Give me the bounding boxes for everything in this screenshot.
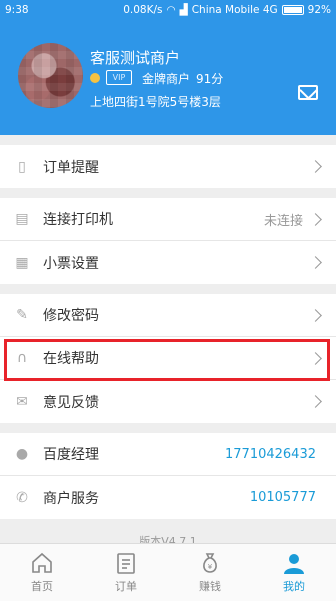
tab-home[interactable]: 首页 <box>0 544 84 601</box>
chevron-right-icon <box>309 256 322 269</box>
money-bag-icon: ¥ <box>203 553 217 573</box>
tab-label: 首页 <box>31 580 53 593</box>
menu-label: 百度经理 <box>43 447 99 463</box>
printer-status: 未连接 <box>263 213 303 229</box>
service-phone[interactable]: 10105777 <box>250 490 316 505</box>
order-icon <box>117 553 135 574</box>
chevron-right-icon <box>309 351 322 365</box>
merchant-level: 金牌商户 <box>142 72 191 86</box>
coin-icon <box>90 73 100 83</box>
pencil-icon: ✎ <box>16 307 28 323</box>
svg-text:¥: ¥ <box>208 563 213 571</box>
menu-label: 修改密码 <box>43 308 99 324</box>
menu-change-password[interactable]: ✎ 修改密码 <box>0 294 336 337</box>
group-printer: ▤ 连接打印机 未连接 ▦ 小票设置 <box>0 198 336 284</box>
merchant-name: 客服测试商户 <box>90 49 181 67</box>
user-icon <box>284 554 304 574</box>
menu-label: 意见反馈 <box>43 394 99 411</box>
mail-icon[interactable] <box>298 85 318 100</box>
status-time: 9:38 <box>5 3 29 16</box>
headset-icon: ∩ <box>16 350 28 366</box>
group-notifications: ▯ 订单提醒 <box>0 145 336 188</box>
home-icon <box>32 552 52 573</box>
network-speed: 0.08K/s <box>123 3 163 16</box>
profile-header: 客服测试商户 VIP 金牌商户 91分 上地四街1号院5号楼3层 <box>0 19 336 135</box>
merchant-address: 上地四街1号院5号楼3层 <box>90 95 221 109</box>
chevron-right-icon <box>309 308 322 322</box>
tab-bar: 首页 订单 ¥ 赚钱 我的 <box>0 543 336 601</box>
group-account: ✎ 修改密码 ∩ 在线帮助 ✉ 意见反馈 <box>0 294 336 423</box>
chevron-right-icon <box>309 395 322 408</box>
battery-percent: 92% <box>307 3 331 16</box>
signal-icon: ▟ <box>179 3 188 16</box>
envelope-icon: ✉ <box>16 393 28 410</box>
tab-orders[interactable]: 订单 <box>84 544 168 601</box>
status-right: 0.08K/s ◠ ▟ China Mobile 4G 92% <box>123 4 331 16</box>
menu-feedback[interactable]: ✉ 意见反馈 <box>0 380 336 423</box>
menu-label: 订单提醒 <box>43 159 99 176</box>
merchant-score: 91分 <box>196 72 224 86</box>
tab-label: 订单 <box>115 580 137 593</box>
tab-label: 赚钱 <box>199 580 221 593</box>
printer-icon: ▤ <box>15 211 29 227</box>
menu-baidu-manager[interactable]: ● 百度经理 17710426432 <box>0 433 336 476</box>
menu-receipt-settings[interactable]: ▦ 小票设置 <box>0 241 336 284</box>
menu-label: 小票设置 <box>43 255 99 272</box>
menu-label: 商户服务 <box>43 490 99 507</box>
tab-label: 我的 <box>283 580 305 593</box>
manager-phone[interactable]: 17710426432 <box>225 447 316 462</box>
tab-mine[interactable]: 我的 <box>252 544 336 601</box>
avatar[interactable] <box>18 43 83 108</box>
chevron-right-icon <box>309 212 322 226</box>
tab-earn[interactable]: ¥ 赚钱 <box>168 544 252 601</box>
menu-label: 连接打印机 <box>43 212 113 228</box>
vip-badge: VIP <box>106 70 132 85</box>
person-icon: ● <box>15 446 29 462</box>
phone-call-icon: ✆ <box>16 489 28 506</box>
receipt-icon: ▦ <box>15 254 29 271</box>
carrier-name: China Mobile 4G <box>191 3 278 16</box>
group-contacts: ● 百度经理 17710426432 ✆ 商户服务 10105777 <box>0 433 336 519</box>
status-bar: 9:38 0.08K/s ◠ ▟ China Mobile 4G 92% <box>0 0 336 19</box>
wifi-icon: ◠ <box>166 3 176 16</box>
menu-connect-printer[interactable]: ▤ 连接打印机 未连接 <box>0 198 336 241</box>
menu-merchant-service[interactable]: ✆ 商户服务 10105777 <box>0 476 336 519</box>
menu-online-help[interactable]: ∩ 在线帮助 <box>0 337 336 380</box>
menu-label: 在线帮助 <box>43 351 99 367</box>
chevron-right-icon <box>309 160 322 173</box>
phone-icon: ▯ <box>18 158 26 175</box>
battery-icon <box>281 4 304 15</box>
menu-order-reminder[interactable]: ▯ 订单提醒 <box>0 145 336 188</box>
